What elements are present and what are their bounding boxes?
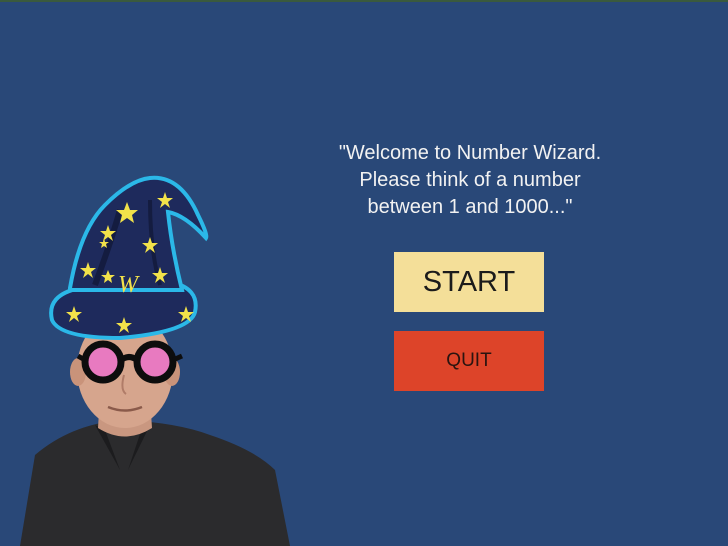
wizard-character: W — [20, 175, 290, 546]
wizard-hat-icon: W — [49, 175, 209, 341]
quit-button-label: QUIT — [446, 350, 492, 371]
top-strip — [0, 0, 728, 2]
hat-letter: W — [118, 272, 140, 298]
start-button[interactable]: START — [394, 252, 544, 312]
quit-button[interactable]: QUIT — [394, 331, 544, 391]
wizard-shirt — [20, 420, 290, 546]
start-button-label: START — [422, 265, 516, 298]
game-scene: W "Welcome to Number Wizard. Please thin… — [0, 0, 728, 546]
welcome-message: "Welcome to Number Wizard. Please think … — [338, 142, 602, 218]
